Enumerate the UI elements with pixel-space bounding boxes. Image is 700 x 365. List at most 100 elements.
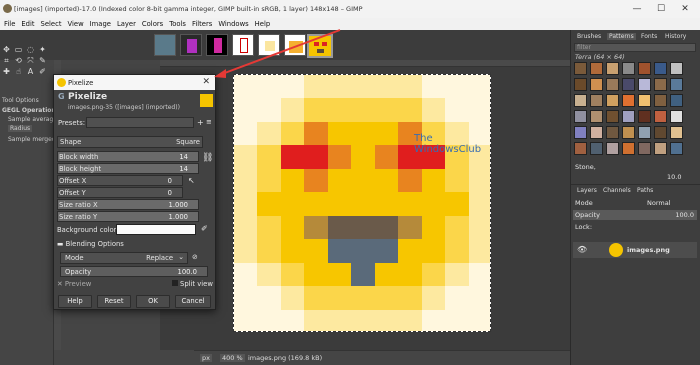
pattern-swatch[interactable] [638,126,651,139]
heal-tool-icon[interactable]: ✚ [2,67,11,76]
pick-offset-icon[interactable]: ↖ [188,176,195,185]
pattern-swatch[interactable] [638,62,651,75]
pattern-swatch[interactable] [622,142,635,155]
pattern-swatch[interactable] [574,142,587,155]
pattern-swatch[interactable] [622,94,635,107]
menu-view[interactable]: View [68,20,84,28]
select-tool-icon[interactable]: ▭ [14,45,23,54]
pattern-swatch[interactable] [670,78,683,91]
image-thumb-active[interactable] [307,34,333,58]
image-thumb[interactable] [258,34,280,56]
paint-tool-icon[interactable]: ✎ [38,56,47,65]
cancel-button[interactable]: Cancel [175,295,211,308]
pattern-swatch[interactable] [622,78,635,91]
menu-select[interactable]: Select [41,20,62,28]
pattern-swatch[interactable] [590,110,603,123]
menu-edit[interactable]: Edit [21,20,34,28]
reset-button[interactable]: Reset [97,295,131,308]
layer-opacity-slider[interactable]: Opacity 100.0 [573,210,697,220]
tab-brushes[interactable]: Brushes [577,33,601,40]
lasso-tool-icon[interactable]: ◌ [26,45,35,54]
menu-help[interactable]: Help [255,20,271,28]
filter-input[interactable]: filter [574,43,696,52]
blend-options-icon[interactable]: ⊘ [192,253,198,261]
pattern-swatch[interactable] [654,110,667,123]
block-height-field[interactable]: Block height 14 [57,163,199,174]
preview-checkbox[interactable]: ✕ Preview [57,280,91,288]
size-ratio-x-field[interactable]: Size ratio X 1.000 [57,199,199,210]
layer-row[interactable]: 👁 images.png [573,242,697,258]
pattern-swatch[interactable] [590,142,603,155]
pattern-swatch[interactable] [574,94,587,107]
split-view-checkbox[interactable]: Split view [172,280,213,288]
offset-y-field[interactable]: Offset Y 0 [57,187,183,198]
zoom-select[interactable]: 400 % [220,354,245,362]
unit-select[interactable]: px [200,354,212,362]
pattern-swatch[interactable] [606,62,619,75]
eye-icon[interactable]: 👁 [577,245,587,254]
image-thumb[interactable] [180,34,202,56]
presets-select[interactable] [86,117,194,128]
color-picker-icon[interactable]: ✐ [38,67,47,76]
menu-layer[interactable]: Layer [117,20,136,28]
menu-tools[interactable]: Tools [169,20,186,28]
warp-tool-icon[interactable]: ⤧ [26,56,35,65]
blend-opacity-slider[interactable]: Opacity 100.0 [60,266,208,277]
menu-image[interactable]: Image [90,20,111,28]
pattern-swatch[interactable] [590,126,603,139]
tab-fonts[interactable]: Fonts [641,33,657,40]
maximize-button[interactable]: ☐ [652,2,670,16]
pattern-swatch[interactable] [670,142,683,155]
transform-tool-icon[interactable]: ⟲ [14,56,23,65]
smudge-tool-icon[interactable]: ☝ [14,67,23,76]
spacing-value[interactable]: 10.0 [667,173,681,181]
size-ratio-y-field[interactable]: Size ratio Y 1.000 [57,211,199,222]
pattern-swatch[interactable] [638,110,651,123]
pattern-swatch[interactable] [670,62,683,75]
crop-tool-icon[interactable]: ⌗ [2,56,11,65]
pattern-swatch[interactable] [654,62,667,75]
block-width-field[interactable]: Block width 14 [57,151,199,162]
menu-colors[interactable]: Colors [142,20,163,28]
pattern-swatch[interactable] [638,78,651,91]
pattern-swatch[interactable] [606,94,619,107]
add-preset-icon[interactable]: + [197,118,204,127]
help-button[interactable]: Help [58,295,92,308]
pattern-swatch[interactable] [574,110,587,123]
tab-history[interactable]: History [665,33,686,40]
pattern-swatch[interactable] [606,110,619,123]
ok-button[interactable]: OK [136,295,170,308]
menu-file[interactable]: File [4,20,15,28]
pattern-swatch[interactable] [654,126,667,139]
preset-menu-icon[interactable]: ≡ [206,118,212,126]
close-button[interactable]: ✕ [676,2,694,16]
menu-windows[interactable]: Windows [218,20,248,28]
pattern-swatch[interactable] [654,94,667,107]
pattern-swatch[interactable] [590,62,603,75]
sample-merged-checkbox[interactable]: Sample merged [8,136,56,143]
pattern-swatch[interactable] [622,110,635,123]
tab-channels[interactable]: Channels [603,187,631,194]
radius-field[interactable]: Radius [8,125,33,132]
pattern-swatch[interactable] [670,110,683,123]
pattern-swatch[interactable] [574,62,587,75]
pattern-swatch[interactable] [638,142,651,155]
pixelized-image[interactable]: The WindowsClub [233,74,491,332]
tool-options-tab[interactable]: Tool Options [2,97,39,104]
fuzzy-select-icon[interactable]: ✦ [38,45,47,54]
pattern-swatch[interactable] [606,142,619,155]
chain-link-icon[interactable]: ⛓ [202,153,213,163]
pattern-swatch[interactable] [622,126,635,139]
blend-mode-select[interactable]: Mode Replace ⌄ [60,252,188,264]
image-thumb[interactable] [206,34,228,56]
blending-options-toggle[interactable]: ▬ Blending Options [57,240,124,248]
text-tool-icon[interactable]: A [26,67,35,76]
pattern-swatch[interactable] [638,94,651,107]
pattern-swatch[interactable] [654,78,667,91]
dialog-close-button[interactable]: ✕ [202,77,210,87]
offset-x-field[interactable]: Offset X 0 [57,175,183,186]
layer-mode-select[interactable]: Normal [647,199,671,207]
pattern-swatch[interactable] [622,62,635,75]
pattern-swatch[interactable] [670,94,683,107]
menu-filters[interactable]: Filters [192,20,212,28]
